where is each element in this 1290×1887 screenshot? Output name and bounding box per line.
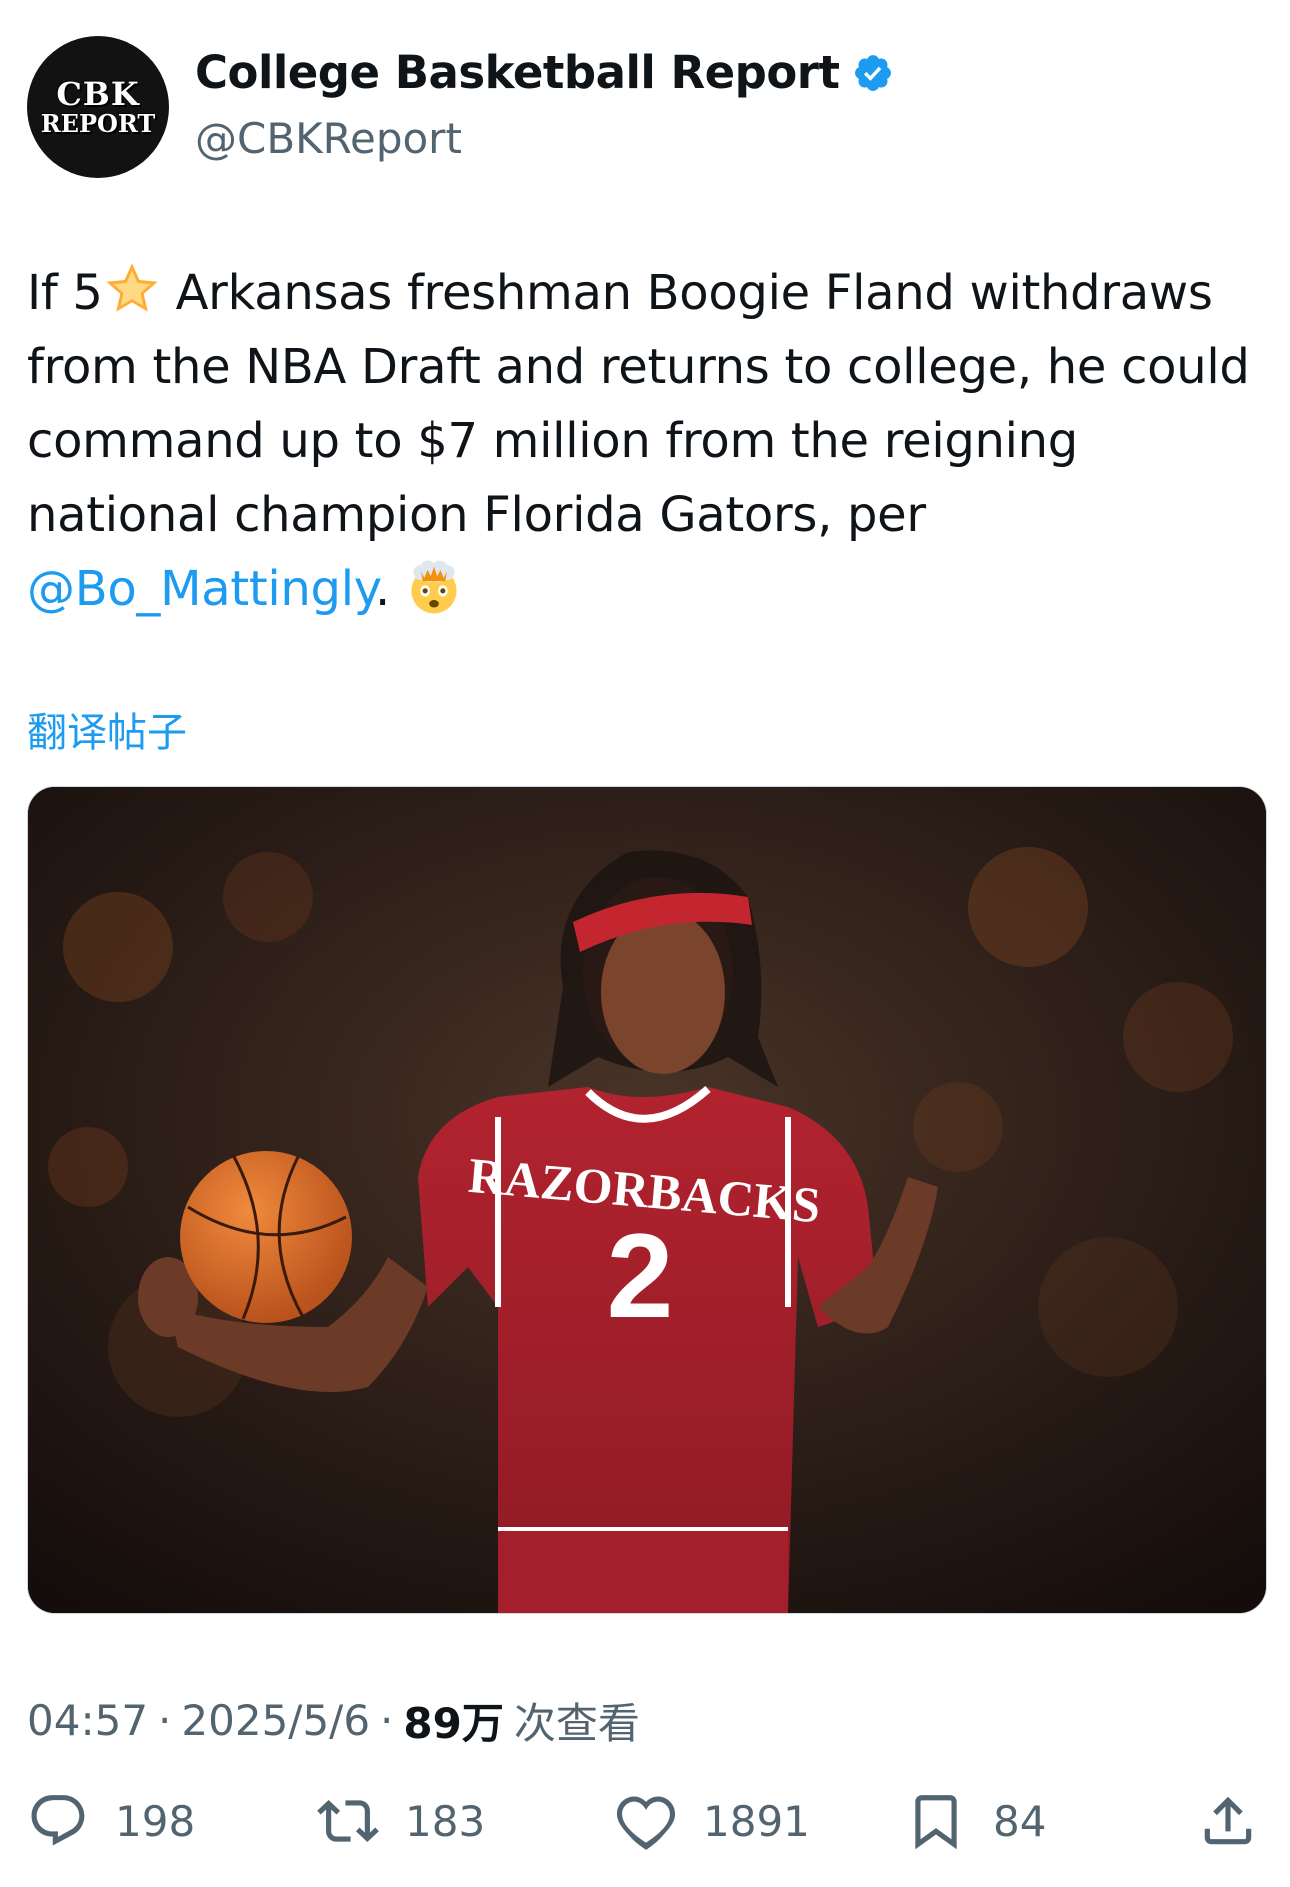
tweet-time[interactable]: 04:57 bbox=[27, 1696, 148, 1745]
tweet-actions: 198 183 1891 84 bbox=[27, 1790, 1267, 1860]
name-row: College Basketball Report bbox=[195, 46, 894, 99]
avatar[interactable]: CBK REPORT bbox=[27, 36, 169, 178]
heart-icon bbox=[616, 1796, 676, 1850]
tweet-media-photo[interactable]: RAZORBACKS 2 bbox=[27, 786, 1267, 1614]
tweet-line-3: command up to $7 million from the reigni… bbox=[27, 413, 1078, 469]
tweet-line-1: If 5 Arkansas freshman Boogie Fland with… bbox=[27, 256, 1267, 330]
bookmark-button[interactable]: 84 bbox=[905, 1790, 1046, 1852]
star-emoji-icon bbox=[106, 263, 158, 312]
bookmark-count: 84 bbox=[993, 1796, 1047, 1846]
tweet-text-segment: Arkansas freshman Boogie Fland withdraws bbox=[160, 265, 1213, 321]
bookmark-icon bbox=[915, 1795, 957, 1850]
jersey-number-text: 2 bbox=[607, 1209, 674, 1343]
like-button[interactable]: 1891 bbox=[615, 1790, 810, 1852]
player-photo: RAZORBACKS 2 bbox=[28, 787, 1266, 1613]
meta-dot: · bbox=[380, 1696, 394, 1745]
reply-button[interactable]: 198 bbox=[27, 1790, 195, 1852]
repost-button[interactable]: 183 bbox=[317, 1790, 485, 1852]
translate-post-link[interactable]: 翻译帖子 bbox=[27, 700, 187, 758]
tweet-text-segment: If 5 bbox=[27, 265, 103, 321]
avatar-text-line2: REPORT bbox=[40, 109, 156, 138]
repost-count: 183 bbox=[405, 1796, 486, 1846]
tweet-line-5: @Bo_Mattingly. bbox=[27, 552, 1267, 626]
like-count: 1891 bbox=[703, 1796, 810, 1846]
tweet-line-4: national champion Florida Gators, per bbox=[27, 487, 926, 543]
tweet-text-segment: . bbox=[375, 561, 405, 617]
mention-link[interactable]: @Bo_Mattingly bbox=[27, 561, 375, 617]
reply-icon bbox=[31, 1795, 85, 1846]
exploding-head-emoji-icon bbox=[411, 560, 457, 614]
repost-icon bbox=[317, 1800, 379, 1842]
meta-dot: · bbox=[158, 1696, 172, 1745]
tweet-text: If 5 Arkansas freshman Boogie Fland with… bbox=[27, 256, 1267, 626]
views-label: 次查看 bbox=[513, 1699, 640, 1748]
tweet-line-2: from the NBA Draft and returns to colleg… bbox=[27, 339, 1250, 395]
account-handle[interactable]: @CBKReport bbox=[195, 114, 462, 163]
reply-count: 198 bbox=[115, 1796, 196, 1846]
share-button[interactable] bbox=[1197, 1790, 1259, 1852]
tweet-header: CBK REPORT College Basketball Report @CB… bbox=[27, 36, 1267, 186]
tweet-date[interactable]: 2025/5/6 bbox=[181, 1696, 370, 1745]
verified-badge-icon bbox=[854, 54, 891, 91]
display-name[interactable]: College Basketball Report bbox=[195, 46, 840, 99]
views-count: 89万 bbox=[403, 1699, 504, 1748]
avatar-text-line1: CBK bbox=[56, 75, 140, 113]
share-icon bbox=[1204, 1796, 1252, 1845]
tweet-meta: 04:57 · 2025/5/6 · 89万 次查看 bbox=[27, 1690, 640, 1751]
